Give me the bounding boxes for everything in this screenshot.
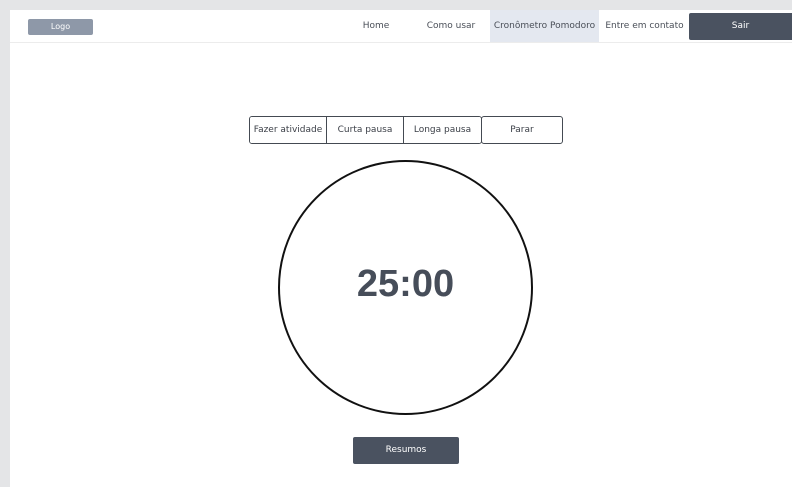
top-navbar: Logo Home Como usar Cronômetro Pomodoro …	[10, 10, 792, 43]
mode-button-curta-pausa[interactable]: Curta pausa	[327, 117, 404, 143]
page-container: Logo Home Como usar Cronômetro Pomodoro …	[10, 10, 792, 487]
mode-button-fazer-atividade[interactable]: Fazer atividade	[250, 117, 327, 143]
stop-button[interactable]: Parar	[481, 116, 563, 144]
summary-button[interactable]: Resumos	[353, 437, 459, 464]
logout-button[interactable]: Sair	[689, 13, 792, 40]
logo[interactable]: Logo	[28, 19, 93, 35]
nav-link-cronometro-pomodoro[interactable]: Cronômetro Pomodoro	[490, 10, 599, 42]
nav-link-home[interactable]: Home	[354, 10, 398, 42]
timer-circle: 25:00	[278, 160, 533, 415]
mode-button-longa-pausa[interactable]: Longa pausa	[404, 117, 481, 143]
nav-link-como-usar[interactable]: Como usar	[422, 10, 480, 42]
timer-display: 25:00	[356, 263, 455, 305]
timer-mode-group: Fazer atividade Curta pausa Longa pausa	[249, 116, 482, 144]
nav-link-entre-em-contato[interactable]: Entre em contato	[603, 10, 686, 42]
